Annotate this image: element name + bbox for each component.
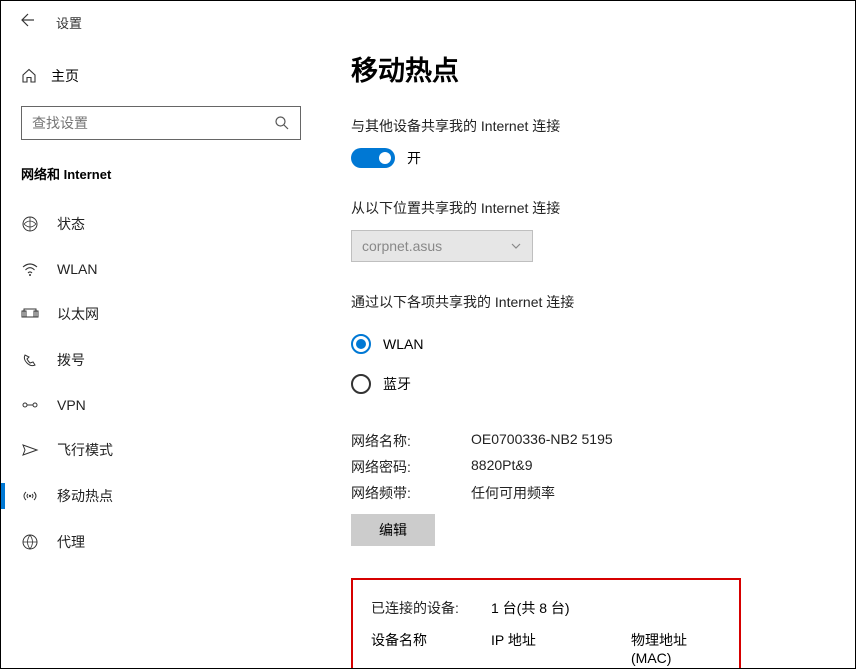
share-from-select[interactable]: corpnet.asus xyxy=(351,230,533,262)
sidebar-item-proxy[interactable]: 代理 xyxy=(1,519,321,565)
sidebar-item-label: 状态 xyxy=(57,214,85,234)
home-label: 主页 xyxy=(51,66,79,86)
sidebar-item-label: 移动热点 xyxy=(57,486,113,506)
col-mac: 物理地址(MAC) xyxy=(631,630,721,666)
sidebar-item-airplane[interactable]: 飞行模式 xyxy=(1,427,321,473)
wifi-icon xyxy=(21,260,39,278)
net-pwd-label: 网络密码: xyxy=(351,457,471,477)
radio-bt-label: 蓝牙 xyxy=(383,374,411,394)
connected-value: 1 台(共 8 台) xyxy=(491,598,570,618)
page-title: 移动热点 xyxy=(351,49,855,88)
back-button[interactable] xyxy=(16,10,36,35)
connected-label: 已连接的设备: xyxy=(371,598,491,618)
net-band-value: 任何可用频率 xyxy=(471,483,555,503)
sidebar-item-hotspot[interactable]: 移动热点 xyxy=(1,473,321,519)
home-link[interactable]: 主页 xyxy=(1,56,321,96)
net-name-value: OE0700336-NB2 5195 xyxy=(471,431,613,451)
home-icon xyxy=(21,68,37,84)
col-ip: IP 地址 xyxy=(491,630,631,666)
toggle-state-label: 开 xyxy=(407,148,421,168)
share-toggle[interactable] xyxy=(351,148,395,168)
radio-bluetooth[interactable]: 蓝牙 xyxy=(351,364,855,404)
col-device-name: 设备名称 xyxy=(371,630,491,666)
sidebar-item-label: 代理 xyxy=(57,532,85,552)
sidebar-item-label: 拨号 xyxy=(57,350,85,370)
header-title: 设置 xyxy=(56,13,82,32)
radio-wlan-circle xyxy=(351,334,371,354)
search-box[interactable] xyxy=(21,106,301,140)
vpn-icon xyxy=(21,396,39,414)
airplane-icon xyxy=(21,441,39,459)
back-arrow-icon xyxy=(16,10,36,30)
sidebar-item-wlan[interactable]: WLAN xyxy=(1,247,321,291)
sidebar-item-status[interactable]: 状态 xyxy=(1,201,321,247)
proxy-icon xyxy=(21,533,39,551)
net-name-label: 网络名称: xyxy=(351,431,471,451)
sidebar-section-title: 网络和 Internet xyxy=(1,164,321,201)
main-content: 移动热点 与其他设备共享我的 Internet 连接 开 从以下位置共享我的 I… xyxy=(321,1,855,668)
net-band-label: 网络频带: xyxy=(351,483,471,503)
sidebar-item-ethernet[interactable]: 以太网 xyxy=(1,291,321,337)
status-icon xyxy=(21,215,39,233)
radio-wlan[interactable]: WLAN xyxy=(351,324,855,364)
hotspot-icon xyxy=(21,487,39,505)
sidebar-item-dialup[interactable]: 拨号 xyxy=(1,337,321,383)
sidebar-item-label: VPN xyxy=(57,397,86,413)
sidebar-item-label: 飞行模式 xyxy=(57,440,113,460)
radio-bt-circle xyxy=(351,374,371,394)
search-input[interactable] xyxy=(32,115,274,131)
edit-button[interactable]: 编辑 xyxy=(351,514,435,546)
chevron-down-icon xyxy=(510,240,522,252)
ethernet-icon xyxy=(21,305,39,323)
sidebar: 主页 网络和 Internet 状态 WLAN 以太网 拨号 VPN xyxy=(1,1,321,668)
net-pwd-value: 8820Pt&9 xyxy=(471,457,533,477)
search-icon xyxy=(274,115,290,131)
share-via-label: 通过以下各项共享我的 Internet 连接 xyxy=(351,292,855,312)
radio-wlan-label: WLAN xyxy=(383,336,423,352)
sidebar-item-label: 以太网 xyxy=(57,304,99,324)
share-label: 与其他设备共享我的 Internet 连接 xyxy=(351,116,855,136)
sidebar-item-vpn[interactable]: VPN xyxy=(1,383,321,427)
sidebar-item-label: WLAN xyxy=(57,261,97,277)
dialup-icon xyxy=(21,351,39,369)
connected-devices-box: 已连接的设备: 1 台(共 8 台) 设备名称 IP 地址 物理地址(MAC) … xyxy=(351,578,741,668)
share-from-label: 从以下位置共享我的 Internet 连接 xyxy=(351,198,855,218)
select-value: corpnet.asus xyxy=(362,238,442,254)
